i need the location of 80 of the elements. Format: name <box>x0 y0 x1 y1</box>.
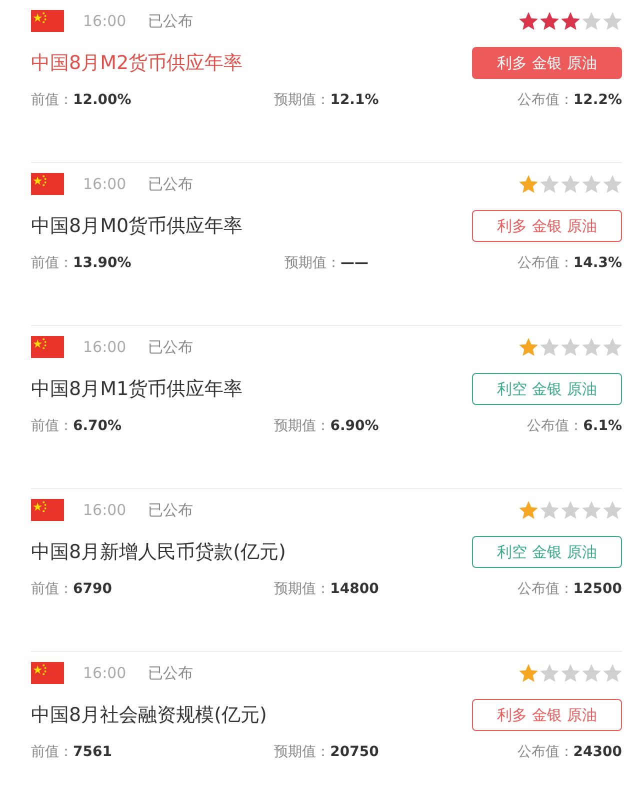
event-time: 16:00 <box>83 501 126 519</box>
star-icon <box>540 175 559 193</box>
star-icon <box>582 338 601 356</box>
star-icon <box>603 501 622 519</box>
event-title[interactable]: 中国8月M1货币供应年率 <box>31 376 243 402</box>
star-icon <box>582 664 601 682</box>
value-label: 前值： <box>31 92 73 108</box>
star-icon <box>582 501 601 519</box>
star-icon <box>582 175 601 193</box>
star-icon <box>519 501 538 519</box>
star-icon <box>561 12 580 30</box>
star-icon <box>603 664 622 682</box>
star-icon <box>582 12 601 30</box>
event-title[interactable]: 中国8月M0货币供应年率 <box>31 213 243 239</box>
star-icon <box>561 175 580 193</box>
value-number: 20750 <box>330 744 379 760</box>
star-icon <box>540 664 559 682</box>
event-status: 已公布 <box>148 500 194 520</box>
event-time: 16:00 <box>83 175 126 193</box>
value-label: 公布值： <box>527 418 584 434</box>
event-status: 已公布 <box>148 338 194 356</box>
flag-icon <box>31 10 64 32</box>
value-number: 12500 <box>573 581 622 597</box>
impact-tag: 利多 金银 原油 <box>472 699 622 731</box>
value-label: 预期值： <box>274 92 330 108</box>
event-time: 16:00 <box>83 12 126 30</box>
star-icon <box>561 501 580 519</box>
value-label: 前值： <box>31 744 73 760</box>
value-number: 6.1% <box>583 418 622 434</box>
star-icon <box>519 664 538 682</box>
value-label: 公布值： <box>517 255 574 271</box>
impact-tag: 利空 金银 原油 <box>472 373 622 405</box>
star-icon <box>519 338 538 356</box>
flag-icon <box>31 499 64 521</box>
value-label: 前值： <box>31 581 73 597</box>
star-icon <box>603 338 622 356</box>
value-number: 13.90% <box>73 255 132 271</box>
impact-tag: 利多 金银 原油 <box>472 210 622 242</box>
value-number: 6.90% <box>330 418 379 434</box>
value-label: 预期值： <box>274 581 330 597</box>
value-number: 7561 <box>73 744 112 760</box>
star-icon <box>540 12 559 30</box>
event-time: 16:00 <box>83 664 126 682</box>
value-number: 6.70% <box>73 418 122 434</box>
value-number: 12.00% <box>73 92 132 108</box>
value-label: 公布值： <box>517 92 574 108</box>
value-label: 预期值： <box>274 744 330 760</box>
value-number: 12.2% <box>573 92 622 108</box>
value-number: 14.3% <box>573 255 622 271</box>
star-icon <box>519 12 538 30</box>
impact-tag: 利多 金银 原油 <box>472 47 622 79</box>
star-icon <box>561 664 580 682</box>
event-title[interactable]: 中国8月社会融资规模(亿元) <box>31 702 267 728</box>
impact-tag: 利空 金银 原油 <box>472 536 622 568</box>
event-status: 已公布 <box>148 12 194 30</box>
value-number: 12.1% <box>330 92 379 108</box>
value-label: 公布值： <box>517 581 574 597</box>
value-number: 6790 <box>73 581 112 597</box>
star-icon <box>519 175 538 193</box>
star-icon <box>603 175 622 193</box>
value-number: 14800 <box>330 581 379 597</box>
value-number: —— <box>340 255 368 271</box>
value-label: 前值： <box>31 418 73 434</box>
star-icon <box>540 501 559 519</box>
value-label: 预期值： <box>274 418 330 434</box>
star-icon <box>561 338 580 356</box>
value-label: 公布值： <box>517 744 574 760</box>
star-icon <box>540 338 559 356</box>
flag-icon <box>31 662 64 684</box>
value-label: 预期值： <box>284 255 340 271</box>
event-time: 16:00 <box>83 338 126 356</box>
event-status: 已公布 <box>148 664 194 682</box>
event-title[interactable]: 中国8月新增人民币贷款(亿元) <box>31 539 286 565</box>
star-icon <box>603 12 622 30</box>
value-number: 24300 <box>573 744 622 760</box>
value-label: 前值： <box>31 255 73 271</box>
event-status: 已公布 <box>148 174 194 194</box>
flag-icon <box>31 173 64 195</box>
flag-icon <box>31 336 64 358</box>
event-title[interactable]: 中国8月M2货币供应年率 <box>31 50 243 76</box>
